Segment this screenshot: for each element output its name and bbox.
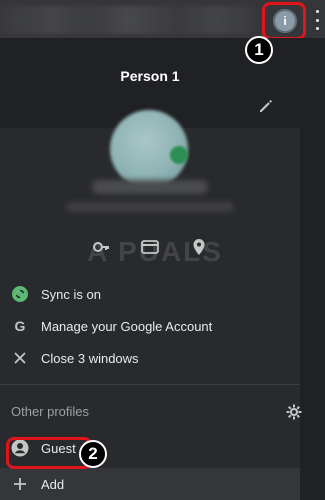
page-gutter xyxy=(300,38,325,500)
kebab-menu-icon[interactable] xyxy=(313,10,321,30)
add-profile-item[interactable]: Add xyxy=(0,468,300,500)
plus-icon xyxy=(11,475,29,493)
blurred-account-name xyxy=(92,180,208,194)
google-g-icon: G xyxy=(14,318,26,334)
profile-name: Person 1 xyxy=(120,68,180,84)
manage-account-item[interactable]: G Manage your Google Account xyxy=(0,310,300,342)
other-profiles-heading: Other profiles xyxy=(11,404,90,419)
sync-icon xyxy=(11,285,29,303)
gear-icon[interactable] xyxy=(285,403,303,421)
sync-label: Sync is on xyxy=(41,286,101,302)
credit-card-icon[interactable] xyxy=(137,234,163,260)
manage-account-label: Manage your Google Account xyxy=(41,318,213,334)
key-icon[interactable] xyxy=(88,234,114,260)
blurred-account-email xyxy=(66,202,234,212)
blurred-extensions-area xyxy=(0,6,255,34)
close-icon xyxy=(11,349,29,367)
menu-divider xyxy=(0,384,300,385)
location-pin-icon[interactable] xyxy=(186,234,212,260)
profile-menu: Person 1 A PUALS Sync is on G Manage you… xyxy=(0,38,303,500)
add-label: Add xyxy=(41,476,65,492)
profile-button-highlight: i xyxy=(262,2,306,40)
quick-action-icons xyxy=(88,234,212,260)
avatar-badge xyxy=(170,146,188,164)
sync-status-item[interactable]: Sync is on xyxy=(0,278,300,310)
browser-toolbar: i xyxy=(0,0,325,40)
step-marker-1: 1 xyxy=(245,36,273,64)
profile-button[interactable]: i xyxy=(273,9,297,33)
close-windows-label: Close 3 windows xyxy=(41,350,139,366)
edit-pencil-icon[interactable] xyxy=(256,96,276,116)
profile-initial: i xyxy=(283,14,287,28)
step-marker-2: 2 xyxy=(79,440,107,468)
close-windows-item[interactable]: Close 3 windows xyxy=(0,342,300,374)
